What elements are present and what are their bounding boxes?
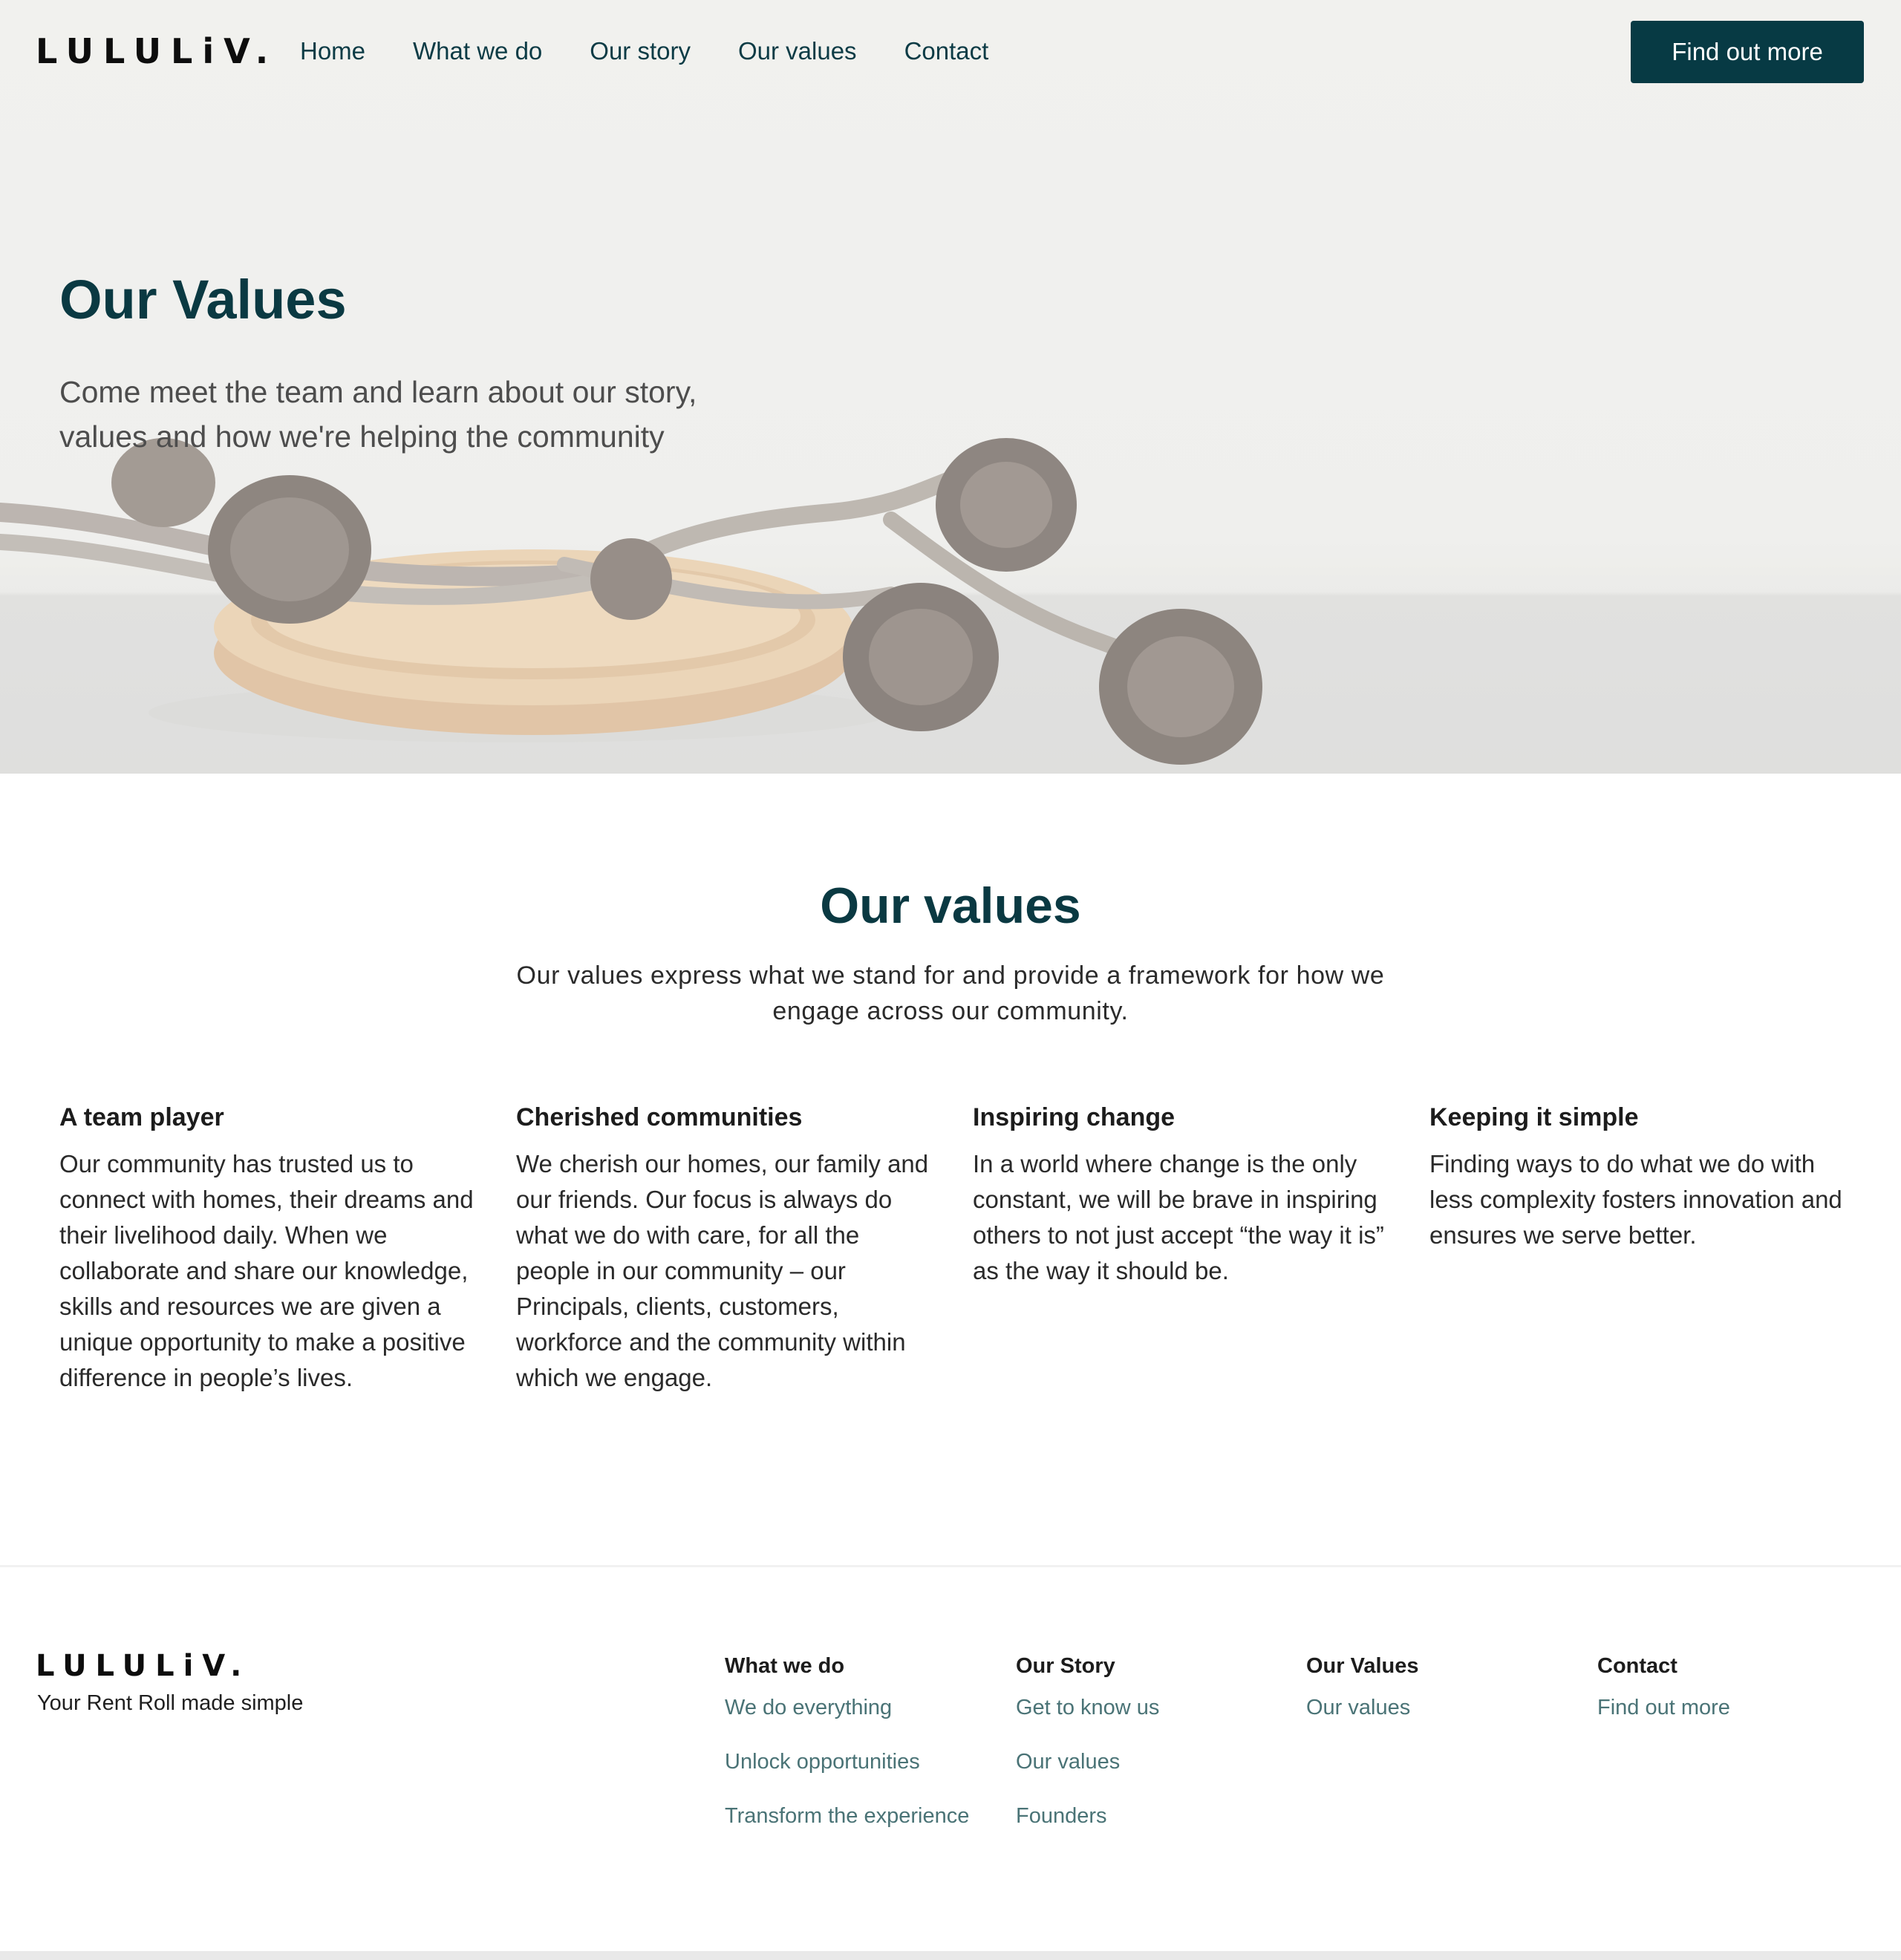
value-title: A team player <box>59 1103 224 1131</box>
nav-home[interactable]: Home <box>300 33 365 70</box>
footer-link[interactable]: Get to know us <box>1016 1693 1298 1722</box>
value-text: We cherish our homes, our family and our… <box>516 1150 929 1391</box>
value-text: Our community has trusted us to connect … <box>59 1150 474 1391</box>
nav-our-story[interactable]: Our story <box>590 33 691 70</box>
footer-link[interactable]: Founders <box>1016 1801 1298 1831</box>
footer-column-title: Our Values <box>1306 1654 1419 1678</box>
footer-logo[interactable]: LULULiV. <box>36 1650 250 1682</box>
footer-column-our-story: Our Story Get to know us Our values Foun… <box>1016 1650 1298 1855</box>
value-text: In a world where change is the only cons… <box>973 1150 1384 1284</box>
logo[interactable]: LULULiV. <box>36 33 278 70</box>
footer-column-contact: Contact Find out more <box>1597 1650 1879 1747</box>
values-heading: Our values <box>820 878 1081 934</box>
value-card: Cherished communities We cherish our hom… <box>516 1096 932 1396</box>
value-text: Finding ways to do what we do with less … <box>1429 1150 1842 1249</box>
value-card: A team player Our community has trusted … <box>59 1096 475 1396</box>
main-nav: Home What we do Our story Our values Con… <box>300 33 1036 70</box>
site-header: LULULiV. Home What we do Our story Our v… <box>0 0 1901 104</box>
footer-link[interactable]: Unlock opportunities <box>725 1747 1007 1777</box>
value-card: Inspiring change In a world where change… <box>973 1096 1389 1289</box>
footer-tagline: Your Rent Roll made simple <box>37 1691 304 1715</box>
footer-link[interactable]: Our values <box>1306 1693 1588 1722</box>
footer-link[interactable]: We do everything <box>725 1693 1007 1722</box>
hero-section: Our Values Come meet the team and learn … <box>0 0 1901 774</box>
footer-divider <box>0 1565 1901 1567</box>
nav-contact[interactable]: Contact <box>904 33 989 70</box>
hero-title: Our Values <box>59 269 347 330</box>
value-title: Keeping it simple <box>1429 1103 1639 1131</box>
nav-what-we-do[interactable]: What we do <box>413 33 542 70</box>
footer-column-title: What we do <box>725 1654 845 1678</box>
value-title: Inspiring change <box>973 1103 1176 1131</box>
values-intro: Our values express what we stand for and… <box>516 961 1385 1025</box>
footer-column-our-values: Our Values Our values <box>1306 1650 1588 1747</box>
page-bottom-bar <box>0 1951 1901 1960</box>
value-card: Keeping it simple Finding ways to do wha… <box>1429 1096 1845 1253</box>
values-columns: A team player Our community has trusted … <box>59 1096 1842 1452</box>
footer-link[interactable]: Our values <box>1016 1747 1298 1777</box>
footer-link[interactable]: Transform the experience <box>725 1801 1007 1831</box>
footer-column-title: Contact <box>1597 1654 1677 1678</box>
find-out-more-button[interactable]: Find out more <box>1631 21 1864 83</box>
nav-our-values[interactable]: Our values <box>738 33 857 70</box>
hero-subtitle: Come meet the team and learn about our s… <box>59 375 697 454</box>
footer-link[interactable]: Find out more <box>1597 1693 1879 1722</box>
value-title: Cherished communities <box>516 1103 803 1131</box>
footer-column-what-we-do: What we do We do everything Unlock oppor… <box>725 1650 1007 1855</box>
footer-column-title: Our Story <box>1016 1654 1115 1678</box>
